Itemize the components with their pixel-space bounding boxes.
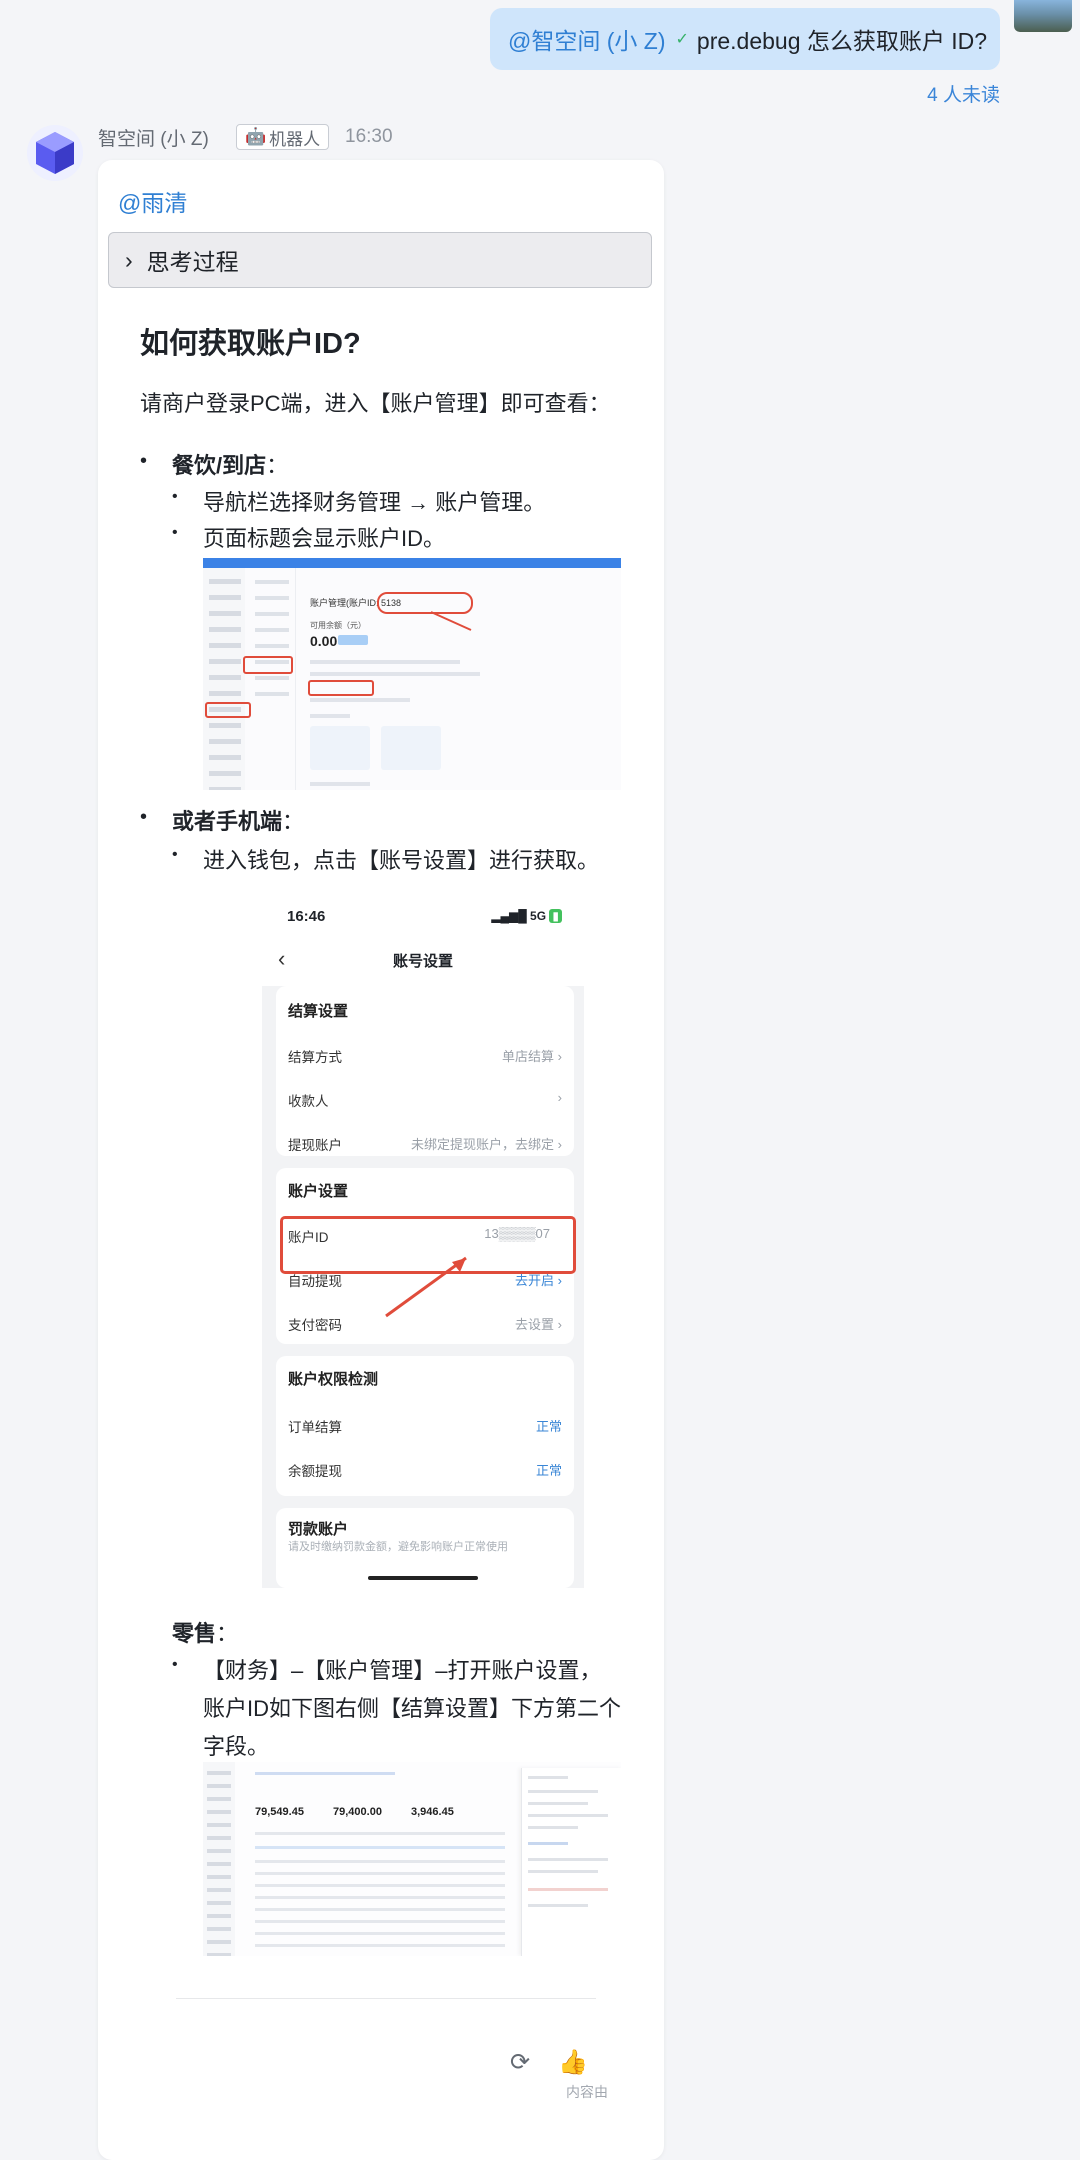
step-text: 页面标题会显示账户ID。 bbox=[203, 526, 446, 551]
highlight-box bbox=[205, 702, 251, 718]
message-time: 16:30 bbox=[345, 126, 393, 147]
refresh-icon[interactable]: ⟳ bbox=[510, 2048, 530, 2077]
thinking-label: 思考过程 bbox=[146, 249, 239, 275]
row-label: 结算方式 bbox=[288, 1050, 342, 1065]
row-value: 去设置 › bbox=[515, 1317, 562, 1332]
row-value: 未绑定提现账户，去绑定 › bbox=[411, 1137, 562, 1152]
pc-account-tile bbox=[310, 726, 370, 770]
permissions-section: 账户权限检测 订单结算 正常 余额提现 正常 bbox=[276, 1356, 574, 1496]
step-text: 进入钱包，点击【账号设置】进行获取。 bbox=[203, 848, 600, 873]
mention-bot[interactable]: @智空间 (小 Z) bbox=[508, 22, 666, 56]
bot-name[interactable]: 智空间 (小 Z) bbox=[98, 124, 209, 151]
screenshot-topbar bbox=[203, 558, 621, 568]
arrow-icon bbox=[385, 1256, 467, 1318]
row-label: 订单结算 bbox=[288, 1420, 342, 1435]
permissions-header: 账户权限检测 bbox=[288, 1371, 379, 1388]
checkmark-icon: ✓ bbox=[675, 31, 689, 48]
amount: 79,549.45 bbox=[255, 1806, 304, 1818]
highlight-box bbox=[308, 680, 374, 696]
bot-tag-label: 机器人 bbox=[269, 129, 321, 149]
screenshot-sidebar bbox=[203, 568, 245, 790]
bullet: • bbox=[172, 524, 178, 541]
section-title: 餐饮/到店： bbox=[172, 453, 289, 478]
amount: 3,946.45 bbox=[411, 1806, 454, 1818]
phone-nav-bar: ‹ 账号设置 bbox=[262, 936, 584, 986]
user-message-bubble: @智空间 (小 Z) ✓ pre.debug 怎么获取账户 ID? bbox=[490, 8, 1000, 70]
bot-avatar-cube-icon[interactable] bbox=[26, 124, 84, 182]
phone-title: 账号设置 bbox=[392, 953, 453, 970]
pc-account-tile bbox=[381, 726, 441, 770]
step-text: 导航栏选择财务管理 → 账户管理。 bbox=[203, 490, 546, 515]
account-header: 账户设置 bbox=[288, 1183, 349, 1200]
section-title: 或者手机端： bbox=[172, 809, 305, 834]
card-divider bbox=[176, 1998, 596, 1999]
row-value: 单店结算 › bbox=[502, 1049, 562, 1064]
step-text: 【财务】–【账户管理】–打开账户设置， bbox=[203, 1658, 602, 1683]
phone-signal: ▂▄▆█ 5G ▮ bbox=[491, 909, 562, 923]
phone-time: 16:46 bbox=[287, 908, 326, 925]
step-text: 字段。 bbox=[203, 1734, 270, 1759]
account-settings-panel bbox=[521, 1768, 621, 1956]
screenshot-sidebar bbox=[203, 1762, 235, 1956]
thinking-toggle[interactable]: › 思考过程 bbox=[108, 232, 652, 288]
retail-account-screenshot[interactable]: 79,549.45 79,400.00 3,946.45 bbox=[203, 1762, 621, 1956]
arrow-icon bbox=[430, 611, 472, 631]
robot-icon: 🤖 bbox=[245, 127, 267, 146]
settlement-section: 结算设置 结算方式 单店结算 › 收款人 › 提现账户 未绑定提现账户，去绑定 … bbox=[276, 986, 574, 1156]
phone-status-bar: 16:46 ▂▄▆█ 5G ▮ bbox=[262, 898, 584, 936]
row-value: 正常 bbox=[535, 1419, 562, 1434]
chevron-right-icon: › bbox=[125, 246, 133, 273]
settlement-header: 结算设置 bbox=[288, 1003, 349, 1020]
bullet: • bbox=[172, 846, 178, 863]
amount: 79,400.00 bbox=[333, 1806, 382, 1818]
intro-text: 请商户登录PC端，进入【账户管理】即可查看： bbox=[140, 391, 611, 416]
bullet: • bbox=[172, 1656, 178, 1673]
row-label: 支付密码 bbox=[288, 1318, 342, 1333]
pc-withdraw-button bbox=[338, 635, 368, 645]
bullet: • bbox=[140, 806, 148, 828]
row-value: 正常 bbox=[535, 1463, 562, 1478]
thumbs-up-icon[interactable]: 👍 bbox=[558, 2048, 588, 2077]
pc-balance-label: 可用余额（元） bbox=[310, 621, 366, 630]
pc-account-screenshot[interactable]: 账户管理(账户ID: 5138 可用余额（元） 0.00 bbox=[203, 558, 621, 790]
step-text: 账户ID如下图右侧【结算设置】下方第二个 bbox=[203, 1696, 622, 1721]
highlight-box bbox=[243, 656, 293, 674]
reply-mention[interactable]: @雨清 bbox=[118, 184, 187, 218]
footer-note: 内容由 bbox=[566, 2084, 608, 2100]
row-label: 收款人 bbox=[288, 1094, 329, 1109]
answer-heading: 如何获取账户ID? bbox=[140, 328, 361, 360]
phone-settings-screenshot[interactable]: 16:46 ▂▄▆█ 5G ▮ ‹ 账号设置 结算设置 结算方式 单店结算 › … bbox=[262, 898, 584, 1588]
bullet: • bbox=[140, 450, 148, 472]
penalty-header: 罚款账户 bbox=[288, 1521, 349, 1538]
bullet: • bbox=[172, 488, 178, 505]
home-indicator bbox=[368, 1576, 478, 1580]
screenshot-submenu bbox=[245, 568, 296, 790]
penalty-note: 请及时缴纳罚款金额，避免影响账户正常使用 bbox=[288, 1541, 508, 1553]
row-label: 提现账户 bbox=[288, 1138, 342, 1153]
pc-balance-value: 0.00 bbox=[310, 633, 338, 649]
user-avatar[interactable] bbox=[1014, 0, 1072, 32]
row-label: 余额提现 bbox=[288, 1464, 342, 1479]
read-status[interactable]: 4 人未读 bbox=[927, 80, 1000, 107]
section-title: 零售： bbox=[172, 1621, 239, 1646]
user-message-text: pre.debug 怎么获取账户 ID? bbox=[696, 28, 988, 54]
bot-tag: 🤖 机器人 bbox=[236, 124, 330, 150]
row-value: › bbox=[557, 1090, 562, 1105]
